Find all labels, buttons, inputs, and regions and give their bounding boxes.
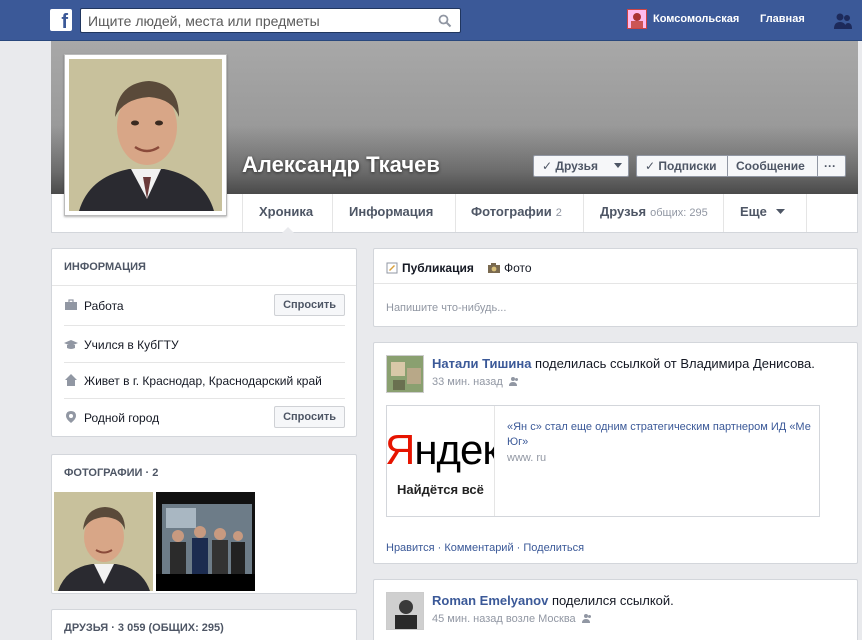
composer-input[interactable]: Напишите что-нибудь... bbox=[386, 302, 506, 314]
tab-timeline-label: Хроника bbox=[259, 204, 314, 219]
photo-group bbox=[156, 492, 255, 591]
info-education-label[interactable]: Учился в КубГТУ bbox=[84, 338, 179, 352]
subscriptions-button[interactable]: ✓ Подписки bbox=[645, 156, 716, 176]
tab-friends-mutual: общих: 295 bbox=[650, 207, 708, 219]
story-actions[interactable]: Нравится · Комментарий · Поделиться bbox=[386, 542, 584, 554]
yandex-tagline: Найдётся всё bbox=[397, 482, 484, 497]
ask-work-button[interactable]: Спросить bbox=[274, 294, 345, 316]
info-row-lives-in: Живет в г. Краснодар, Краснодарский край bbox=[52, 362, 357, 399]
link-url: www. ru bbox=[507, 452, 547, 464]
profile-name: Александр Ткачев bbox=[242, 152, 440, 177]
info-hometown-label: Родной город bbox=[84, 411, 160, 425]
top-bar: f Ищите людей, места или предметы Комсом… bbox=[0, 0, 862, 41]
tab-photos-label: Фотографии bbox=[471, 204, 552, 219]
avatar-image bbox=[387, 356, 423, 392]
tab-photos[interactable]: Фотографии 2 bbox=[471, 194, 562, 232]
follow-message-group: ✓ Подписки Сообщение ··· bbox=[636, 155, 846, 177]
friends-button-label: ✓ Друзья bbox=[542, 159, 598, 173]
composer-box: Публикация Фото Напишите что-нибудь... bbox=[373, 248, 858, 327]
profile-portrait bbox=[69, 59, 222, 211]
photo-portrait bbox=[54, 492, 153, 591]
ask-hometown-button[interactable]: Спросить bbox=[274, 406, 345, 428]
camera-icon bbox=[488, 263, 500, 273]
story2-timestamp[interactable]: 45 мин. назад возле Москва bbox=[432, 613, 592, 625]
yandex-logo: Яндекс bbox=[387, 426, 494, 474]
story-time-label: 33 мин. назад bbox=[432, 376, 503, 388]
composer-tab-photo[interactable]: Фото bbox=[488, 261, 532, 275]
composer-tab-post-label: Публикация bbox=[402, 261, 474, 275]
story2-author-link[interactable]: Roman Emelyanov bbox=[432, 593, 548, 608]
user-avatar[interactable] bbox=[627, 9, 647, 29]
active-tab-caret bbox=[282, 227, 294, 233]
story-card-2: Roman Emelyanov поделился ссылкой. 45 ми… bbox=[373, 579, 858, 640]
story-author-link[interactable]: Натали Тишина bbox=[432, 356, 531, 371]
tab-photos-count: 2 bbox=[555, 207, 562, 219]
more-options-button[interactable]: ··· bbox=[824, 156, 836, 176]
tab-about-label: Информация bbox=[349, 204, 434, 219]
facebook-logo-icon[interactable]: f bbox=[50, 9, 72, 31]
story2-header: Roman Emelyanov поделился ссылкой. bbox=[432, 593, 674, 608]
info-row-education: Учился в КубГТУ bbox=[52, 326, 357, 363]
friends-privacy-icon bbox=[581, 614, 591, 623]
story2-author-avatar[interactable] bbox=[386, 592, 424, 630]
composer-tab-photo-label: Фото bbox=[504, 261, 532, 275]
info-row-hometown: Родной город Спросить bbox=[52, 399, 357, 436]
photo-thumbnail-group[interactable] bbox=[156, 492, 255, 591]
about-box-header: Информация bbox=[64, 261, 146, 273]
tab-about[interactable]: Информация bbox=[349, 194, 433, 232]
info-row-work: Работа Спросить bbox=[52, 287, 357, 324]
message-button[interactable]: Сообщение bbox=[736, 156, 805, 176]
friends-box-header[interactable]: Друзья · 3 059 (общих: 295) bbox=[64, 622, 224, 634]
pencil-icon bbox=[386, 262, 398, 274]
shared-link-card[interactable]: Яндекс Найдётся всё «Ян с» стал еще одни… bbox=[386, 405, 820, 517]
search-input[interactable]: Ищите людей, места или предметы bbox=[80, 8, 461, 33]
chevron-down-icon bbox=[775, 209, 785, 214]
friends-privacy-icon bbox=[508, 377, 518, 386]
photo-thumbnail-portrait[interactable] bbox=[54, 492, 153, 591]
photos-box-header[interactable]: Фотографии · 2 bbox=[64, 467, 158, 479]
info-work-label: Работа bbox=[84, 299, 124, 313]
link-thumbnail: Яндекс Найдётся всё bbox=[387, 406, 495, 516]
friends-button[interactable]: ✓ Друзья bbox=[533, 155, 629, 177]
yandex-logo-text: ндекс bbox=[414, 426, 494, 473]
story2-action-text: поделился ссылкой. bbox=[548, 593, 674, 608]
story-action-text: поделилась ссылкой от Владимира Денисова… bbox=[531, 356, 815, 371]
tab-more-label: Еще bbox=[740, 204, 767, 219]
home-link[interactable]: Главная bbox=[760, 13, 805, 25]
tab-friends-label: Друзья bbox=[600, 204, 647, 219]
briefcase-icon bbox=[65, 299, 77, 310]
about-box: Информация Работа Спросить Учился в КубГ… bbox=[51, 248, 357, 437]
chevron-down-icon bbox=[614, 163, 622, 168]
composer-tab-post[interactable]: Публикация bbox=[386, 261, 474, 275]
story2-time-label: 45 мин. назад возле Москва bbox=[432, 613, 576, 625]
search-icon[interactable] bbox=[438, 14, 452, 28]
graduation-cap-icon bbox=[64, 340, 78, 349]
photos-box: Фотографии · 2 bbox=[51, 454, 357, 594]
location-pin-icon bbox=[66, 411, 76, 423]
avatar-image bbox=[387, 593, 423, 629]
tab-more[interactable]: Еще bbox=[740, 194, 785, 232]
tab-friends[interactable]: Друзья общих: 295 bbox=[600, 194, 708, 232]
story-card: Натали Тишина поделилась ссылкой от Влад… bbox=[373, 342, 858, 564]
home-icon bbox=[65, 374, 77, 386]
friends-box: Друзья · 3 059 (общих: 295) bbox=[51, 609, 357, 640]
friend-requests-icon[interactable] bbox=[833, 12, 853, 30]
profile-picture[interactable] bbox=[64, 54, 227, 216]
story-timestamp[interactable]: 33 мин. назад bbox=[432, 376, 519, 388]
link-title[interactable]: «Ян с» стал еще одним стратегическим пар… bbox=[507, 420, 817, 450]
story-author-avatar[interactable] bbox=[386, 355, 424, 393]
story-header: Натали Тишина поделилась ссылкой от Влад… bbox=[432, 356, 815, 371]
user-profile-link[interactable]: Комсомольская bbox=[653, 13, 739, 25]
info-lives-in-label[interactable]: Живет в г. Краснодар, Краснодарский край bbox=[84, 374, 322, 388]
search-placeholder: Ищите людей, места или предметы bbox=[88, 13, 320, 29]
